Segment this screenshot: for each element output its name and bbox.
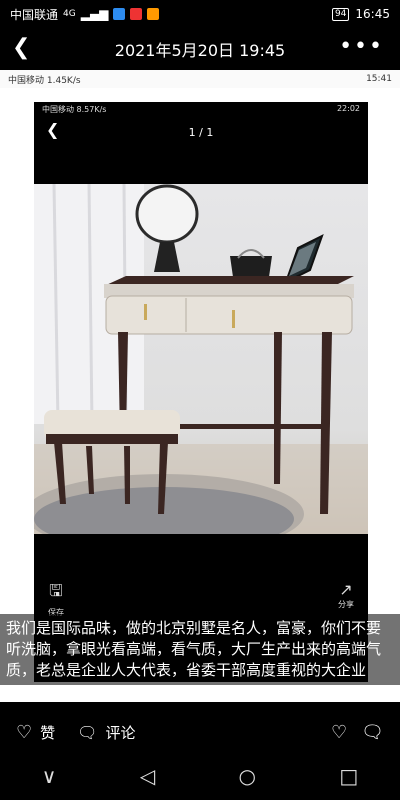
round-mirror: [135, 184, 199, 244]
inner-status-bar: 中国移动 1.45K/s 15:41: [0, 70, 400, 88]
battery-icon: 94: [331, 7, 350, 21]
comment-label: 评论: [105, 723, 136, 742]
viewer-status-bar: 中国移动 8.57K/s 22:02: [34, 102, 368, 118]
network-label: 4G: [63, 9, 76, 19]
viewer-save-button: 🖫 保存: [48, 580, 64, 618]
image-viewer: 中国移动 8.57K/s 22:02 ❮ 1 / 1 🖫 保存 ↗ 分享: [34, 102, 368, 682]
comment-button[interactable]: 🗨 评论: [77, 722, 135, 743]
app-icon-red: [130, 8, 143, 20]
viewer-clock: 22:02: [336, 104, 360, 113]
image-counter: 1 / 1: [188, 126, 214, 139]
vanity-drawers: [105, 295, 353, 335]
share-icon: ↗: [339, 580, 353, 599]
save-icon: 🖫: [49, 581, 63, 600]
inner-carrier: 中国移动: [8, 75, 45, 86]
app-icon-blue: [113, 8, 126, 20]
inner-clock: 15:41: [366, 74, 392, 84]
heart-icon: ♡: [16, 721, 33, 743]
nav-collapse-icon[interactable]: ∨: [42, 764, 57, 788]
comment-icon: 🗨: [77, 722, 98, 742]
nav-recents-icon[interactable]: □: [339, 764, 358, 788]
vanity-illustration: [34, 184, 368, 534]
viewer-carrier: 中国移动: [42, 105, 74, 114]
chevron-left-icon[interactable]: ❮: [12, 36, 30, 60]
heart-outline-icon[interactable]: ♡: [331, 722, 347, 743]
like-label: 赞: [40, 723, 56, 742]
viewer-speed: 8.57K/s: [76, 105, 107, 114]
inner-speed: 1.45K/s: [46, 75, 81, 86]
header-bar: ❮ 2021年5月20日 19:45 •••: [0, 28, 400, 70]
shared-screenshot[interactable]: 中国移动 1.45K/s 15:41 中国移动 8.57K/s 22:02 ❮ …: [0, 70, 400, 702]
system-nav-bar: ∨ ◁ ○ □: [0, 752, 400, 800]
status-bar: 中国联通 4G ▂▄▆ 94 16:45: [0, 0, 400, 28]
carrier-label: 中国联通: [10, 7, 59, 22]
post-caption: 我们是国际品味，做的北京别墅是名人，富豪，你们不要听洗脑，拿眼光看高端，看气质，…: [0, 614, 400, 685]
app-icon-orange: [147, 8, 160, 20]
more-dots-icon[interactable]: •••: [339, 34, 384, 59]
comment-outline-icon[interactable]: 🗨: [361, 722, 384, 743]
share-label: 分享: [338, 600, 354, 609]
viewer-share-button: ↗ 分享: [338, 580, 354, 610]
like-button[interactable]: ♡ 赞: [16, 722, 55, 743]
signal-icon: ▂▄▆: [80, 7, 109, 21]
nav-home-icon[interactable]: ○: [239, 764, 256, 788]
vanity-photo: [34, 184, 368, 534]
action-bar: ♡ 赞 🗨 评论 ♡ 🗨: [0, 712, 400, 752]
nav-back-icon[interactable]: ◁: [140, 764, 155, 788]
clock: 16:45: [355, 7, 390, 21]
page-title: 2021年5月20日 19:45: [114, 41, 286, 60]
